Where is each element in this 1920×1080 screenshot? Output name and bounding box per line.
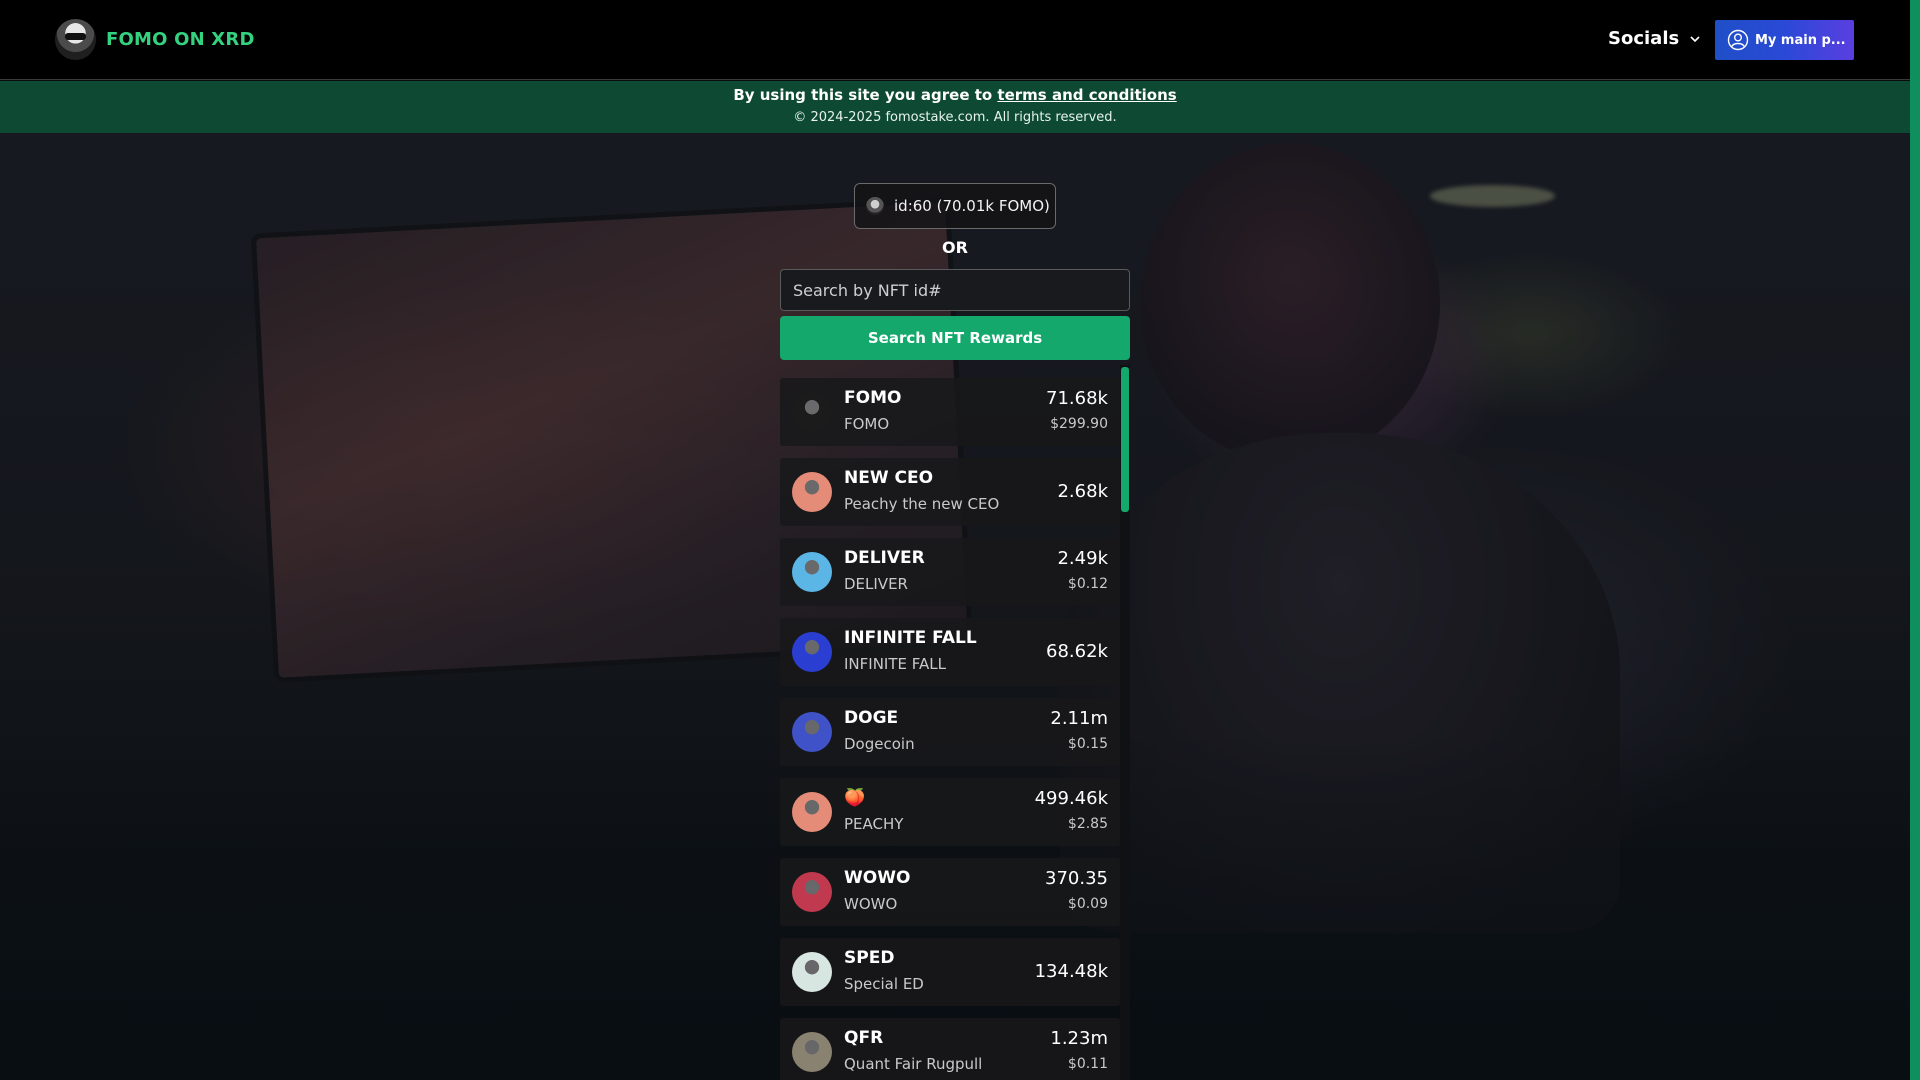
token-amount: 499.46k	[1034, 788, 1108, 809]
token-row[interactable]: QFR Quant Fair Rugpull 1.23m $0.11	[780, 1018, 1120, 1080]
token-row[interactable]: SPED Special ED 134.48k	[780, 938, 1120, 1006]
terms-banner: By using this site you agree to terms an…	[0, 81, 1910, 133]
token-usd-value: $299.90	[1050, 416, 1108, 432]
cartoon-face-icon	[792, 952, 832, 992]
token-amount: 2.68k	[1057, 481, 1108, 502]
token-name: PEACHY	[844, 815, 904, 833]
search-nft-rewards-button[interactable]: Search NFT Rewards	[780, 316, 1130, 360]
token-row[interactable]: 🍑 PEACHY 499.46k $2.85	[780, 778, 1120, 846]
wallet-account-label: My main p...	[1755, 32, 1846, 48]
token-usd-value: $2.85	[1067, 816, 1108, 832]
page-scrollbar[interactable]	[1910, 0, 1920, 1080]
top-navbar: FOMO ON XRD Socials My main p...	[0, 0, 1910, 80]
frog-icon	[792, 392, 832, 432]
token-row[interactable]: NEW CEO Peachy the new CEO 2.68k	[780, 458, 1120, 526]
copyright-text: © 2024-2025 fomostake.com. All rights re…	[793, 110, 1117, 125]
token-row[interactable]: FOMO FOMO 71.68k $299.90	[780, 378, 1120, 446]
terms-notice: By using this site you agree to terms an…	[0, 85, 1910, 105]
token-amount: 71.68k	[1046, 388, 1108, 409]
token-usd-value: $0.09	[1067, 896, 1108, 912]
token-amount: 370.35	[1045, 868, 1108, 889]
nft-id-search-input[interactable]	[780, 269, 1130, 311]
token-amount: 2.49k	[1057, 548, 1108, 569]
chart-down-icon	[792, 632, 832, 672]
brand-title: FOMO ON XRD	[106, 29, 255, 50]
wallet-account-button[interactable]: My main p...	[1715, 20, 1854, 60]
or-separator: OR	[942, 238, 968, 257]
peach-face-icon	[792, 792, 832, 832]
token-symbol: WOWO	[844, 868, 911, 888]
token-symbol: INFINITE FALL	[844, 628, 977, 648]
brand-link[interactable]: FOMO ON XRD	[55, 19, 255, 60]
token-usd-value: $0.15	[1067, 736, 1108, 752]
token-symbol: SPED	[844, 948, 895, 968]
token-amount: 1.23m	[1050, 1028, 1108, 1049]
socials-label: Socials	[1608, 28, 1680, 49]
token-amount: 2.11m	[1050, 708, 1108, 729]
token-row[interactable]: DOGE Dogecoin 2.11m $0.15	[780, 698, 1120, 766]
token-symbol: DOGE	[844, 708, 899, 728]
token-symbol: DELIVER	[844, 548, 925, 568]
terms-prefix: By using this site you agree to	[733, 86, 998, 104]
token-name: Dogecoin	[844, 735, 915, 753]
peach-face-icon	[792, 472, 832, 512]
terms-link[interactable]: terms and conditions	[997, 86, 1176, 104]
doge-icon	[792, 712, 832, 752]
token-usd-value: $0.12	[1067, 576, 1108, 592]
token-rewards-list[interactable]: FOMO FOMO 71.68k $299.90 NEW CEO Peachy the n…	[780, 378, 1120, 1080]
portrait-icon	[792, 1032, 832, 1072]
anime-girl-icon	[792, 872, 832, 912]
selected-nft-chip[interactable]: id:60 (70.01k FOMO)	[854, 183, 1056, 229]
box-icon	[792, 552, 832, 592]
chevron-down-icon	[1690, 35, 1700, 42]
selected-nft-label: id:60 (70.01k FOMO)	[894, 197, 1050, 215]
token-name: DELIVER	[844, 575, 908, 593]
nft-avatar-icon	[866, 197, 884, 215]
token-symbol: QFR	[844, 1028, 884, 1048]
token-symbol: 🍑	[844, 788, 866, 808]
logo-icon	[55, 19, 96, 60]
token-name: Quant Fair Rugpull	[844, 1055, 983, 1073]
user-icon	[1727, 29, 1749, 51]
token-symbol: FOMO	[844, 388, 902, 408]
token-row[interactable]: DELIVER DELIVER 2.49k $0.12	[780, 538, 1120, 606]
token-name: FOMO	[844, 415, 890, 433]
token-row[interactable]: WOWO WOWO 370.35 $0.09	[780, 858, 1120, 926]
token-usd-value: $0.11	[1067, 1056, 1108, 1072]
token-amount: 134.48k	[1034, 961, 1108, 982]
token-name: Special ED	[844, 975, 924, 993]
socials-dropdown[interactable]: Socials	[1608, 28, 1701, 49]
token-name: WOWO	[844, 895, 898, 913]
token-name: INFINITE FALL	[844, 655, 946, 673]
list-scrollbar-thumb[interactable]	[1121, 367, 1129, 512]
token-amount: 68.62k	[1046, 641, 1108, 662]
token-row[interactable]: INFINITE FALL INFINITE FALL 68.62k	[780, 618, 1120, 686]
token-name: Peachy the new CEO	[844, 495, 1000, 513]
token-symbol: NEW CEO	[844, 468, 934, 488]
